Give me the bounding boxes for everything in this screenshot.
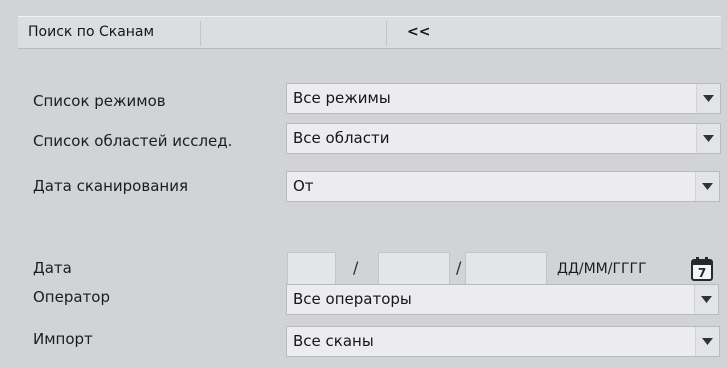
date-label: Дата xyxy=(33,259,72,277)
operator-label: Оператор xyxy=(33,288,110,306)
collapse-button[interactable]: << xyxy=(386,21,721,46)
panel-title: Поиск по Сканам xyxy=(28,24,155,40)
scan-date-dropdown[interactable]: От xyxy=(286,171,720,202)
modes-dropdown[interactable]: Все режимы xyxy=(286,83,721,114)
scan-date-label: Дата сканирования xyxy=(33,177,188,195)
date-format-hint: ДД/ММ/ГГГГ xyxy=(557,261,647,277)
chevron-down-icon[interactable] xyxy=(696,84,720,113)
day-field[interactable] xyxy=(287,252,336,285)
calendar-day-number: 7 xyxy=(698,266,706,280)
calendar-icon[interactable]: 7 xyxy=(691,257,713,281)
date-separator: / xyxy=(353,258,359,277)
import-dropdown[interactable]: Все сканы xyxy=(286,326,720,357)
scan-search-panel: Поиск по Сканам << Список режимов Все ре… xyxy=(0,0,727,367)
chevron-down-icon[interactable] xyxy=(695,327,719,356)
modes-label: Список режимов xyxy=(33,92,166,110)
collapse-button-label: << xyxy=(407,24,431,40)
chevron-down-icon[interactable] xyxy=(695,172,719,201)
year-field[interactable] xyxy=(465,252,547,285)
import-label: Импорт xyxy=(33,330,93,348)
modes-dropdown-value: Все режимы xyxy=(293,89,391,107)
scan-date-dropdown-value: От xyxy=(293,177,314,195)
chevron-down-icon[interactable] xyxy=(696,124,720,153)
operator-dropdown-value: Все операторы xyxy=(293,290,412,308)
chevron-down-icon[interactable] xyxy=(694,285,718,314)
import-dropdown-value: Все сканы xyxy=(293,332,374,350)
month-field[interactable] xyxy=(378,252,450,285)
panel-header: Поиск по Сканам << xyxy=(18,16,721,49)
header-divider xyxy=(200,21,201,46)
regions-label: Список областей исслед. xyxy=(33,132,233,150)
regions-dropdown-value: Все области xyxy=(293,129,390,147)
regions-dropdown[interactable]: Все области xyxy=(286,123,721,154)
date-separator: / xyxy=(456,258,462,277)
operator-dropdown[interactable]: Все операторы xyxy=(286,284,719,315)
